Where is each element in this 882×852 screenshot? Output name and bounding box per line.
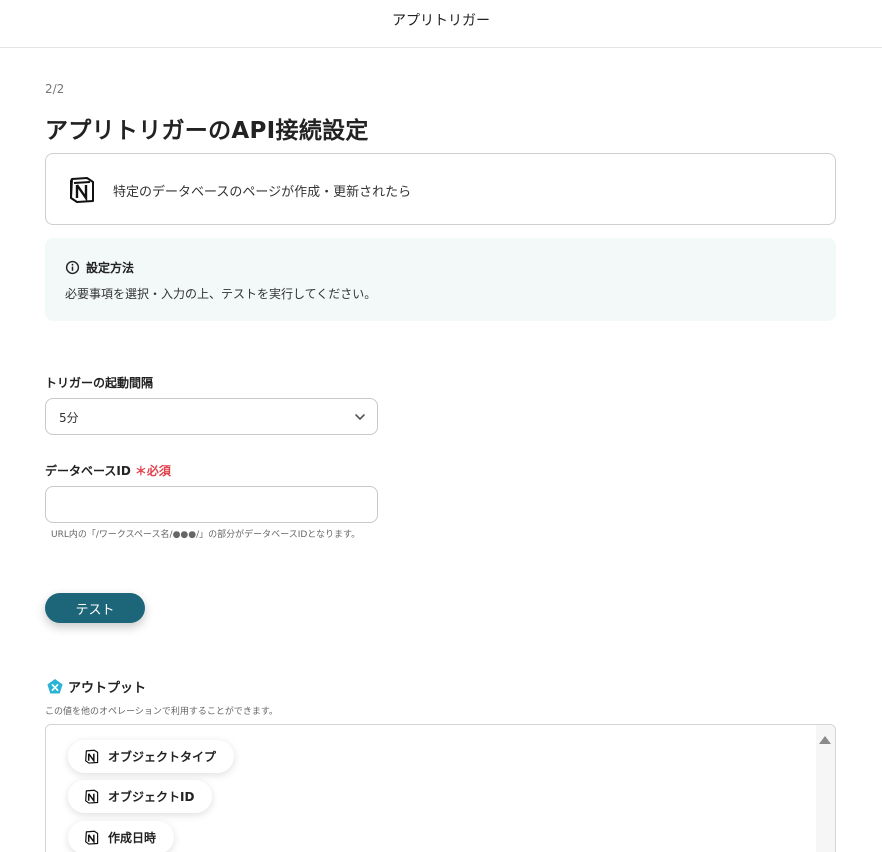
app-header: アプリトリガー [0, 0, 882, 48]
notion-logo-icon [85, 749, 99, 764]
output-item-created-at[interactable]: 作成日時 [68, 821, 175, 852]
interval-label: トリガーの起動間隔 [45, 376, 154, 390]
database-id-input[interactable] [45, 486, 378, 523]
header-title: アプリトリガー [392, 13, 490, 29]
output-list: オブジェクトタイプ オブジェクトID 作成日時 [45, 724, 836, 852]
info-text: 必要事項を選択・入力の上、テストを実行してください。 [65, 287, 377, 301]
trigger-description: 特定のデータベースのページが作成・更新されたら [113, 185, 412, 200]
output-item-object-id[interactable]: オブジェクトID [68, 780, 213, 813]
database-id-label: データベースID ＊必須 [45, 462, 171, 479]
database-id-hint: URL内の「/ワークスペース名/●●●/」の部分がデータベースIDとなります。 [51, 530, 361, 540]
notion-logo-icon [70, 177, 94, 203]
info-title: 設定方法 [86, 261, 135, 275]
interval-select[interactable]: 5分 [45, 398, 378, 435]
notion-logo-icon [85, 830, 99, 845]
required-mark: ＊必須 [134, 464, 171, 478]
interval-selected-value: 5分 [59, 411, 79, 425]
output-badge-icon [47, 679, 63, 694]
scroll-up-arrow-icon[interactable] [819, 736, 831, 744]
notion-logo-icon [85, 789, 99, 804]
chevron-down-icon [355, 414, 365, 420]
database-id-label-text: データベースID [45, 464, 131, 478]
output-description: この値を他のオペレーションで利用することができます。 [45, 707, 278, 717]
info-circle-icon [65, 260, 80, 275]
output-scrollbar[interactable] [816, 725, 835, 852]
output-item-label: オブジェクトID [108, 790, 195, 804]
trigger-card: 特定のデータベースのページが作成・更新されたら [45, 153, 836, 225]
output-title: アウトプット [68, 681, 147, 696]
output-item-label: 作成日時 [108, 831, 157, 845]
setup-info-box: 設定方法 必要事項を選択・入力の上、テストを実行してください。 [45, 238, 836, 321]
test-button[interactable]: テスト [45, 593, 145, 623]
step-indicator: 2/2 [45, 82, 65, 96]
output-item-object-type[interactable]: オブジェクトタイプ [68, 740, 235, 773]
output-item-label: オブジェクトタイプ [108, 750, 217, 764]
page-title: アプリトリガーのAPI接続設定 [45, 118, 369, 144]
